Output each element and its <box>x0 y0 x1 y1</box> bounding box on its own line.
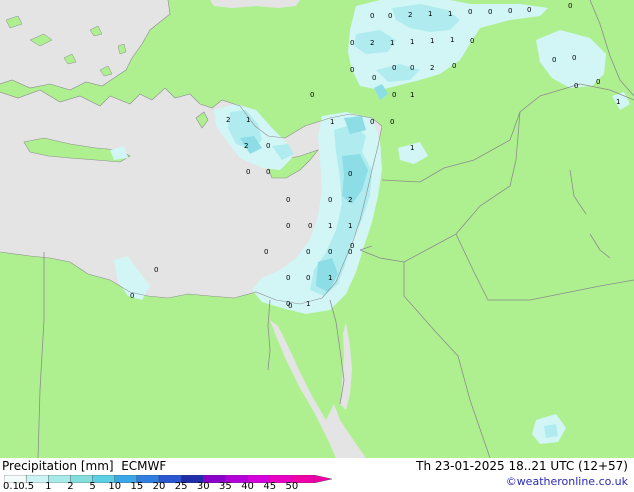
value-label: 0 <box>264 248 268 256</box>
color-bar-tick-label: 10 <box>108 481 122 492</box>
model-name: ECMWF <box>121 459 167 473</box>
value-label: 0 <box>568 2 572 10</box>
value-label: 0 <box>310 91 314 99</box>
color-bar-tick-label: 40 <box>241 481 254 492</box>
value-label: 1 <box>348 222 352 230</box>
value-label: 0 <box>452 62 456 70</box>
value-label: 1 <box>246 116 250 124</box>
value-label: 0 <box>306 248 310 256</box>
value-label: 2 <box>370 39 374 47</box>
value-label: 0 <box>328 248 332 256</box>
value-label: 1 <box>410 91 414 99</box>
legend-panel: Precipitation [mm] ECMWF Th 23-01-2025 1… <box>0 458 634 492</box>
value-label: 2 <box>408 11 412 19</box>
color-bar-tick-label: 1 <box>45 481 52 492</box>
value-label: 0 <box>596 78 600 86</box>
value-label: 0 <box>392 91 396 99</box>
value-label: 0 <box>410 64 414 72</box>
value-label: 0 <box>572 54 576 62</box>
value-label: 0 <box>288 302 292 310</box>
value-label: 0 <box>348 170 352 178</box>
value-label: 0 <box>488 8 492 16</box>
value-label: 0 <box>350 66 354 74</box>
color-bar-tick-label: 30 <box>196 481 210 492</box>
value-label: 1 <box>450 36 454 44</box>
value-label: 0 <box>470 37 474 45</box>
value-label: 0 <box>370 12 374 20</box>
value-label: 2 <box>244 142 248 150</box>
value-label: 2 <box>226 116 230 124</box>
value-label: 0 <box>392 64 396 72</box>
value-label: 0 <box>350 242 354 250</box>
precipitation-map: 0 0 2 1 1 0 0 0 0 0 2 1 1 1 1 0 0 0 0 2 … <box>0 0 634 458</box>
value-label: 1 <box>390 39 394 47</box>
color-bar-tick-label: 0.5 <box>18 481 35 492</box>
legend-title: Precipitation [mm] ECMWF <box>2 459 167 473</box>
value-label: 0 <box>372 74 376 82</box>
value-label: 1 <box>430 37 434 45</box>
value-label: 0 <box>286 196 290 204</box>
value-label: 0 <box>388 12 392 20</box>
value-label: 0 <box>350 39 354 47</box>
weather-map-frame: 0 0 2 1 1 0 0 0 0 0 2 1 1 1 1 0 0 0 0 2 … <box>0 0 634 492</box>
valid-time: Th 23-01-2025 18..21 UTC (12+57) <box>416 459 628 473</box>
color-bar-tick-label: 45 <box>263 481 277 492</box>
value-label: 0 <box>246 168 250 176</box>
value-label: 0 <box>286 274 290 282</box>
value-label: 0 <box>574 82 578 90</box>
color-bar-tick-label: 35 <box>219 481 232 492</box>
value-label: 0 <box>370 118 374 126</box>
color-bar-tick-label: 15 <box>130 481 144 492</box>
color-bar-tick-label: 0.1 <box>3 481 19 492</box>
value-label: 0 <box>390 118 394 126</box>
credit-link[interactable]: ©weatheronline.co.uk <box>506 475 628 488</box>
color-bar-tick-label: 2 <box>67 481 74 492</box>
value-label: 0 <box>308 222 312 230</box>
color-bar-tick-label: 50 <box>285 481 299 492</box>
value-label: 0 <box>468 8 472 16</box>
value-label: 2 <box>348 196 352 204</box>
value-label: 0 <box>130 292 134 300</box>
value-label: 0 <box>527 6 531 14</box>
value-label: 0 <box>266 168 270 176</box>
value-label: 0 <box>552 56 556 64</box>
value-label: 1 <box>410 38 414 46</box>
value-label: 0 <box>508 7 512 15</box>
value-label: 2 <box>430 64 434 72</box>
value-label: 0 <box>266 142 270 150</box>
value-label: 1 <box>616 98 620 106</box>
value-label: 1 <box>428 10 432 18</box>
color-bar-tick-label: 25 <box>174 481 188 492</box>
color-bar-tick-label: 20 <box>152 481 166 492</box>
value-label: 0 <box>306 274 310 282</box>
value-label: 1 <box>328 274 332 282</box>
color-bar-tick-label: 5 <box>89 481 96 492</box>
color-bar-ticks: 0.1 0.5 1 2 5 10 15 20 25 30 35 40 45 50 <box>0 482 340 492</box>
value-label: 0 <box>328 196 332 204</box>
value-label: 1 <box>330 118 334 126</box>
value-label: 1 <box>410 144 414 152</box>
value-label: 1 <box>328 222 332 230</box>
value-label: 1 <box>448 10 452 18</box>
value-label: 0 <box>286 222 290 230</box>
value-label: 1 <box>306 300 310 308</box>
value-label: 0 <box>154 266 158 274</box>
